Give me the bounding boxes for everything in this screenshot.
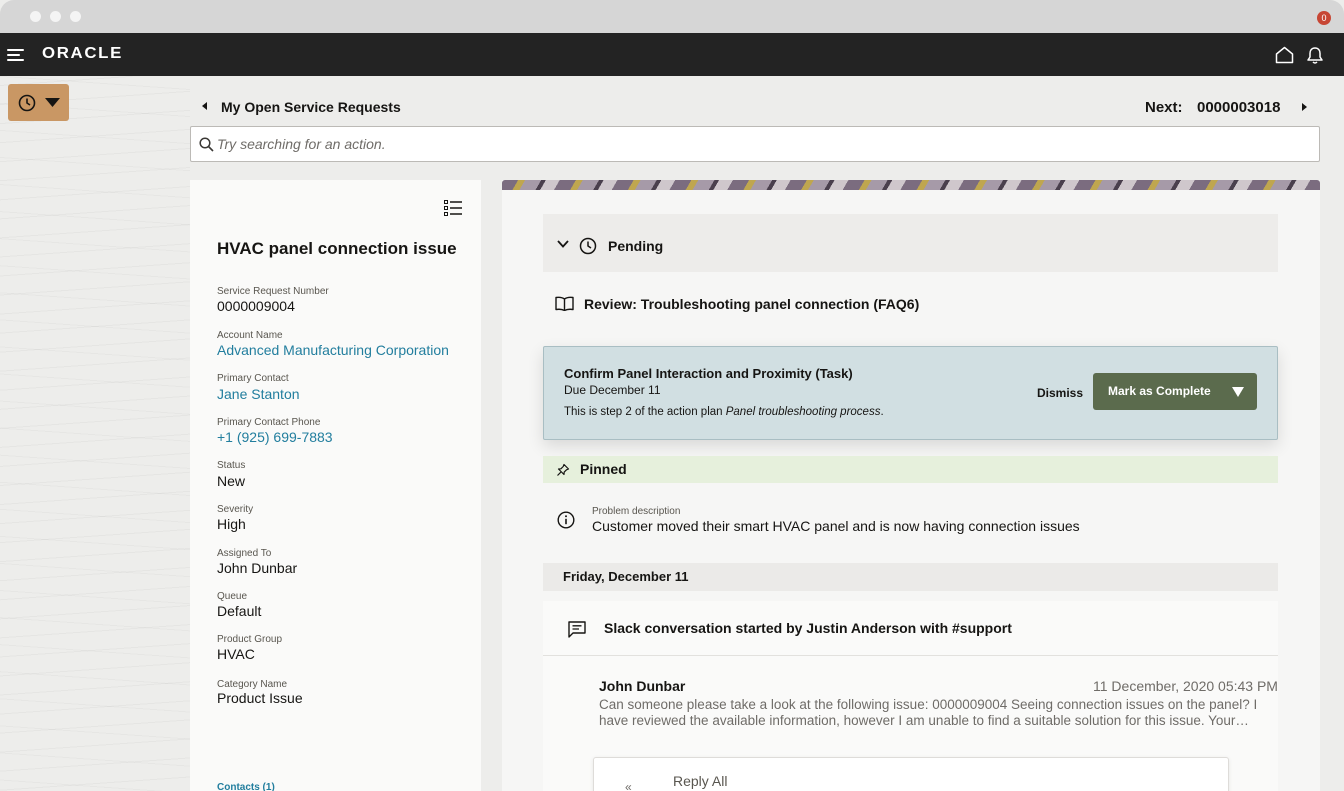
next-record-label: Next:	[1145, 99, 1183, 116]
field-label-assigned-to: Assigned To	[217, 548, 272, 559]
caret-down-icon	[45, 98, 60, 107]
top-navigation-bar: ORACLE	[0, 33, 1344, 76]
field-label-category: Category Name	[217, 679, 288, 690]
book-icon	[555, 296, 574, 311]
field-value-severity: High	[217, 516, 246, 532]
mark-as-complete-button[interactable]: Mark as Complete	[1093, 373, 1257, 410]
account-name-link[interactable]: Advanced Manufacturing Corporation	[217, 342, 449, 358]
field-label-primary-contact: Primary Contact	[217, 373, 289, 384]
field-label-sr-number: Service Request Number	[217, 286, 329, 297]
oracle-logo: ORACLE	[42, 45, 124, 62]
reply-all-label[interactable]: Reply All	[673, 773, 727, 789]
next-caret-icon[interactable]	[1302, 103, 1307, 111]
recent-history-button[interactable]	[8, 84, 69, 121]
field-label-queue: Queue	[217, 591, 248, 602]
reply-all-icon[interactable]: «	[625, 780, 632, 791]
dismiss-button[interactable]: Dismiss	[1037, 386, 1083, 400]
problem-description-value: Customer moved their smart HVAC panel an…	[592, 518, 1080, 534]
record-title: HVAC panel connection issue	[217, 239, 457, 258]
message-timestamp: 11 December, 2020 05:43 PM	[1093, 678, 1278, 694]
search-icon	[199, 137, 214, 152]
field-value-sr-number: 0000009004	[217, 298, 295, 314]
task-description-end: .	[880, 406, 884, 418]
action-search-input[interactable]	[217, 132, 1307, 156]
window-titlebar	[0, 0, 1344, 33]
clock-icon	[18, 94, 36, 112]
primary-contact-link[interactable]: Jane Stanton	[217, 386, 300, 402]
pending-label: Pending	[608, 238, 664, 254]
pin-icon	[557, 463, 570, 476]
caret-down-icon[interactable]	[1232, 387, 1244, 397]
field-label-account: Account Name	[217, 330, 283, 341]
date-group-label: Friday, December 11	[563, 569, 689, 584]
hamburger-menu-icon[interactable]	[7, 49, 24, 61]
decorative-banner	[502, 180, 1320, 190]
primary-contact-phone-link[interactable]: +1 (925) 699-7883	[217, 429, 333, 445]
message-body: Can someone please take a look at the fo…	[599, 697, 1258, 728]
info-icon	[557, 511, 575, 529]
field-label-status: Status	[217, 460, 246, 471]
breadcrumb-back-link[interactable]: My Open Service Requests	[221, 99, 401, 115]
field-label-severity: Severity	[217, 504, 254, 515]
problem-description-label: Problem description	[592, 506, 681, 517]
notification-count-badge: 0	[1317, 11, 1331, 25]
next-record-number[interactable]: 0000003018	[1197, 99, 1280, 116]
window-close-dot[interactable]	[30, 11, 41, 22]
field-value-category: Product Issue	[217, 690, 303, 706]
chat-icon	[568, 621, 586, 638]
slack-conversation-title[interactable]: Slack conversation started by Justin And…	[604, 620, 1012, 636]
contacts-link[interactable]: Contacts (1)	[217, 782, 275, 791]
review-article-link[interactable]: Review: Troubleshooting panel connection…	[584, 296, 919, 312]
task-due-date: Due December 11	[564, 383, 661, 397]
field-value-status: New	[217, 473, 246, 489]
home-icon[interactable]	[1275, 46, 1294, 64]
field-value-queue: Default	[217, 603, 262, 619]
list-view-icon[interactable]	[444, 200, 462, 217]
task-title: Confirm Panel Interaction and Proximity …	[564, 366, 853, 381]
mark-as-complete-label: Mark as Complete	[1108, 384, 1211, 398]
field-label-product-group: Product Group	[217, 634, 283, 645]
pinned-label: Pinned	[580, 461, 627, 477]
divider	[543, 655, 1278, 656]
notifications-bell-icon[interactable]	[1305, 45, 1325, 65]
task-description: This is step 2 of the action plan Panel …	[564, 406, 884, 418]
pinned-section-header	[543, 456, 1278, 483]
field-value-assigned-to: John Dunbar	[217, 560, 298, 576]
field-value-product-group: HVAC	[217, 646, 255, 662]
background-texture	[0, 76, 190, 791]
action-search-bar	[190, 126, 1320, 162]
task-description-text: This is step 2 of the action plan	[564, 406, 726, 418]
clock-icon	[579, 237, 597, 255]
action-plan-name: Panel troubleshooting process	[725, 406, 881, 418]
window-maximize-dot[interactable]	[70, 11, 81, 22]
message-author: John Dunbar	[599, 678, 686, 694]
field-label-phone: Primary Contact Phone	[217, 417, 321, 428]
chevron-down-icon[interactable]	[557, 240, 569, 248]
back-caret-icon[interactable]	[202, 102, 207, 110]
window-minimize-dot[interactable]	[50, 11, 61, 22]
